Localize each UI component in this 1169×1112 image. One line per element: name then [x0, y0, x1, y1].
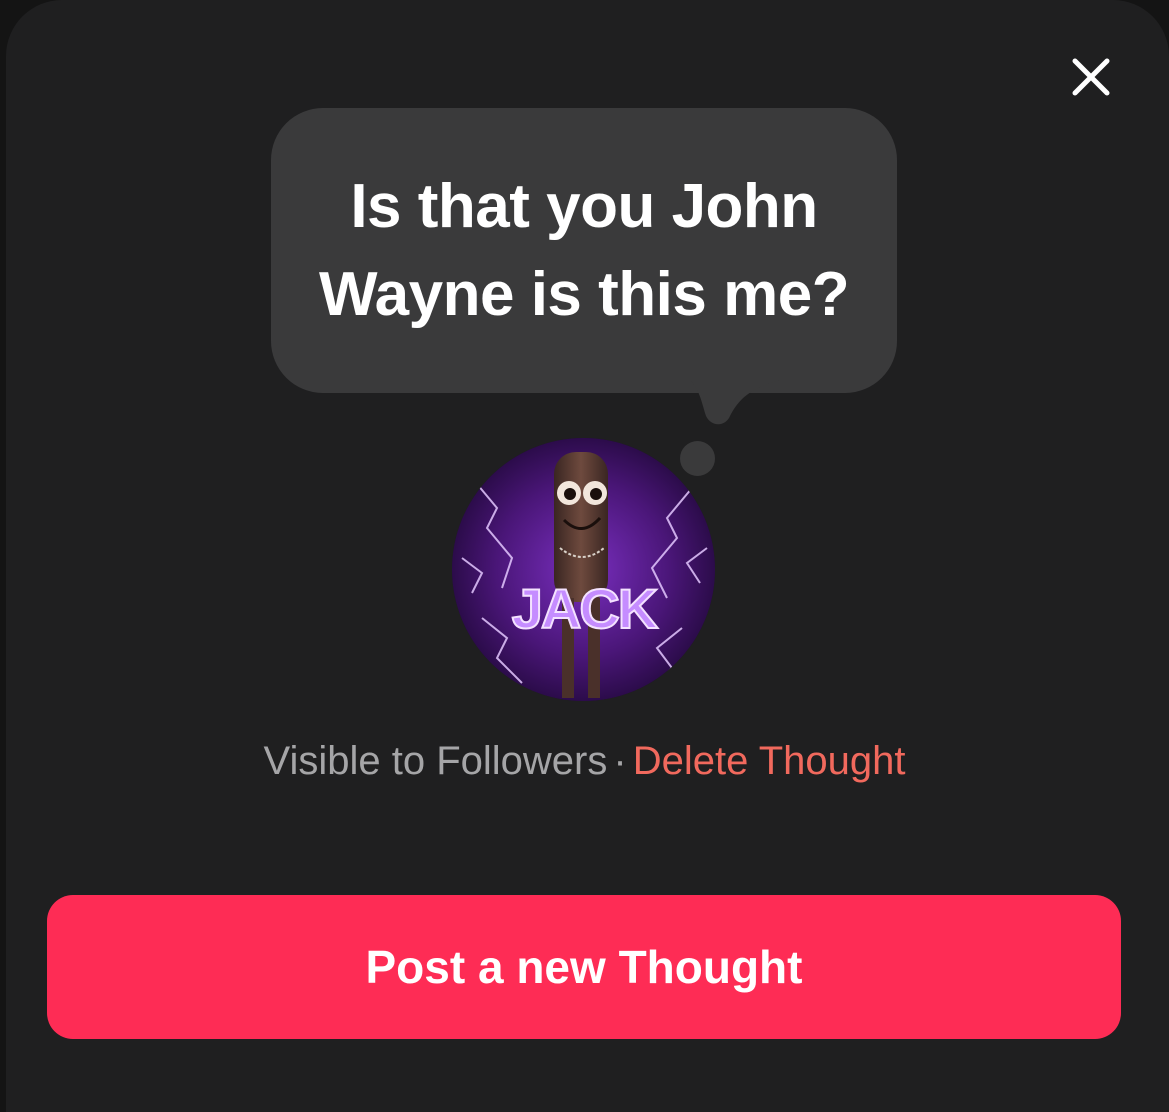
- avatar[interactable]: JACK: [452, 438, 715, 701]
- thought-bubble-group: Is that you John Wayne is this me?: [0, 0, 1169, 480]
- thought-dot: [680, 441, 715, 476]
- thought-text: Is that you John Wayne is this me?: [318, 171, 850, 329]
- delete-thought-link[interactable]: Delete Thought: [633, 739, 906, 783]
- bubble-tail: [690, 380, 780, 425]
- thought-bubble: Is that you John Wayne is this me?: [271, 108, 897, 393]
- meta-separator: ·: [613, 739, 627, 783]
- avatar-image: JACK: [452, 438, 715, 701]
- post-button-label: Post a new Thought: [365, 941, 803, 993]
- visibility-label: Visible to Followers: [263, 739, 608, 783]
- post-new-thought-button[interactable]: Post a new Thought: [47, 895, 1121, 1039]
- thought-meta: Visible to Followers · Delete Thought: [0, 733, 1169, 789]
- avatar-label: JACK: [512, 577, 658, 640]
